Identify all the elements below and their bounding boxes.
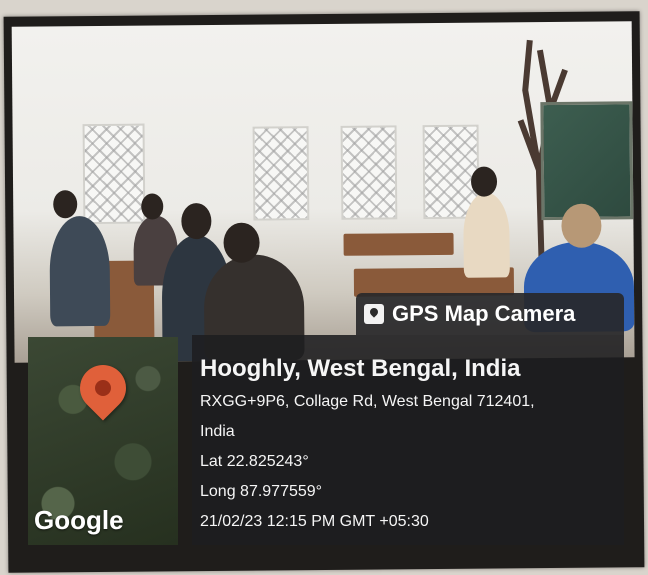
desk <box>343 232 454 256</box>
latitude: Lat 22.825243° <box>200 453 309 470</box>
student-head <box>141 193 164 220</box>
address-line-2: India <box>200 423 235 440</box>
teacher <box>463 192 510 278</box>
student-head <box>53 190 78 219</box>
teacher-head <box>470 166 498 197</box>
window <box>340 125 398 220</box>
student <box>49 215 111 327</box>
google-attribution: Google <box>34 505 124 535</box>
longitude: Long 87.977559° <box>200 483 323 500</box>
student-head <box>223 222 260 263</box>
window <box>252 126 310 221</box>
location-details: Hooghly, West Bengal, India RXGG+9P6, Co… <box>200 355 535 543</box>
gps-map-camera-badge: GPS Map Camera <box>356 293 624 335</box>
student-head <box>181 202 212 240</box>
map-thumbnail: Google <box>28 337 178 545</box>
badge-title: GPS Map Camera <box>392 301 576 326</box>
blackboard <box>540 101 634 221</box>
gps-camera-icon <box>364 304 384 324</box>
location-title: Hooghly, West Bengal, India <box>200 355 521 382</box>
student-head <box>561 203 602 248</box>
address-line-1: RXGG+9P6, Collage Rd, West Bengal 712401… <box>200 393 535 410</box>
window <box>82 123 146 225</box>
location-pin-icon <box>70 355 136 421</box>
timestamp: 21/02/23 12:15 PM GMT +05:30 <box>200 513 429 530</box>
